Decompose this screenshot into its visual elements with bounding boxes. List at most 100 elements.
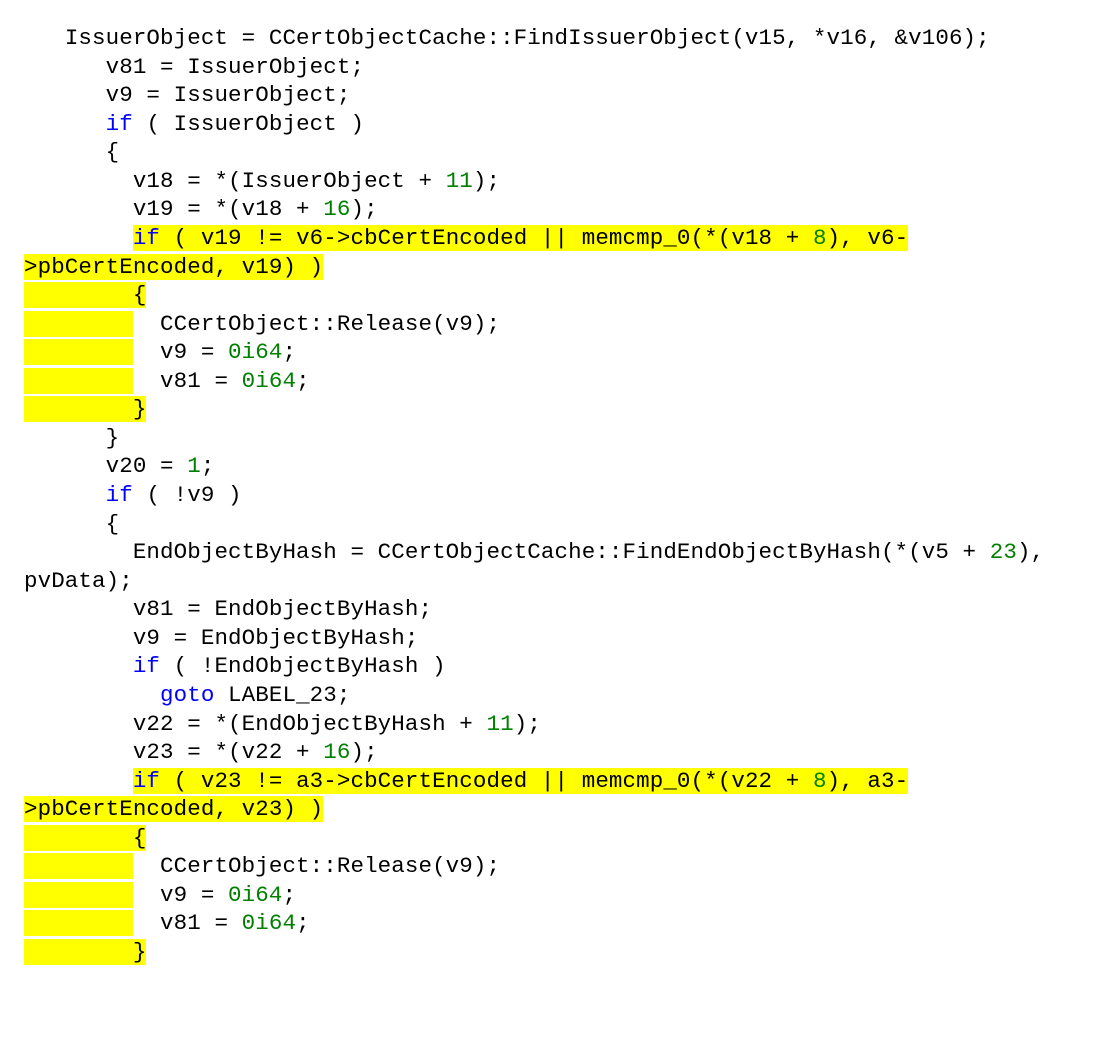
code-line: v9 = 0i64;: [24, 338, 1094, 367]
code-text: );: [350, 739, 377, 765]
code-text: v23 = *(v22 +: [133, 739, 323, 765]
code-text: ( v19 != v6->cbCertEncoded || memcmp_0(*…: [160, 225, 813, 251]
code-text: [24, 882, 133, 908]
code-text: ;: [282, 882, 296, 908]
code-text: {: [106, 511, 120, 537]
code-line: }: [24, 395, 1094, 424]
code-text: );: [350, 196, 377, 222]
code-line: CCertObject::Release(v9);: [24, 852, 1094, 881]
number-literal: 11: [446, 168, 473, 194]
code-text: {: [24, 825, 146, 851]
code-text: ( v23 != a3->cbCertEncoded || memcmp_0(*…: [160, 768, 813, 794]
code-line: pvData);: [24, 567, 1094, 596]
code-text: v9 =: [133, 339, 228, 365]
code-text: ;: [296, 910, 310, 936]
indent: [24, 82, 106, 108]
code-text: ( !v9 ): [133, 482, 242, 508]
indent: [24, 768, 133, 794]
indent: [24, 139, 106, 165]
code-text: [24, 311, 133, 337]
code-line: if ( !EndObjectByHash ): [24, 652, 1094, 681]
code-text: ),: [1017, 539, 1044, 565]
code-text: ;: [282, 339, 296, 365]
number-literal: 8: [813, 225, 827, 251]
number-literal: 16: [323, 196, 350, 222]
code-line: v19 = *(v18 + 16);: [24, 195, 1094, 224]
keyword: if: [133, 653, 160, 679]
code-text: [24, 368, 133, 394]
indent: [24, 625, 133, 651]
code-text: [24, 339, 133, 365]
number-literal: 1: [187, 453, 201, 479]
keyword: if: [106, 111, 133, 137]
code-text: v9 = EndObjectByHash;: [133, 625, 419, 651]
number-literal: 16: [323, 739, 350, 765]
code-line: v22 = *(EndObjectByHash + 11);: [24, 710, 1094, 739]
code-text: v81 =: [133, 910, 242, 936]
number-literal: 0i64: [242, 910, 296, 936]
code-text: EndObjectByHash = CCertObjectCache::Find…: [133, 539, 990, 565]
code-line: v23 = *(v22 + 16);: [24, 738, 1094, 767]
indent: [24, 511, 106, 537]
number-literal: 0i64: [228, 339, 282, 365]
code-line: >pbCertEncoded, v19) ): [24, 253, 1094, 282]
code-text: ( !EndObjectByHash ): [160, 653, 446, 679]
code-text: );: [473, 168, 500, 194]
code-text: v19 = *(v18 +: [133, 196, 323, 222]
indent: [24, 739, 133, 765]
code-text: [24, 910, 133, 936]
code-line: }: [24, 938, 1094, 967]
code-text: v18 = *(IssuerObject +: [133, 168, 446, 194]
code-text: {: [24, 282, 146, 308]
code-line: {: [24, 281, 1094, 310]
code-line: goto LABEL_23;: [24, 681, 1094, 710]
keyword: goto: [160, 682, 214, 708]
code-line: if ( v23 != a3->cbCertEncoded || memcmp_…: [24, 767, 1094, 796]
code-line: if ( IssuerObject ): [24, 110, 1094, 139]
code-text: CCertObject::Release(v9);: [133, 311, 500, 337]
number-literal: 0i64: [228, 882, 282, 908]
code-text: {: [106, 139, 120, 165]
indent: [24, 111, 106, 137]
code-text: }: [24, 396, 146, 422]
code-text: pvData);: [24, 568, 133, 594]
code-text: );: [514, 711, 541, 737]
indent: [24, 482, 106, 508]
code-text: ;: [201, 453, 215, 479]
keyword: if: [133, 768, 160, 794]
code-line: IssuerObject = CCertObjectCache::FindIss…: [24, 24, 1094, 53]
code-text: [24, 853, 133, 879]
code-line: v9 = 0i64;: [24, 881, 1094, 910]
code-text: }: [24, 939, 146, 965]
indent: [24, 225, 133, 251]
code-line: v81 = EndObjectByHash;: [24, 595, 1094, 624]
keyword: if: [106, 482, 133, 508]
indent: [24, 539, 133, 565]
code-text: v22 = *(EndObjectByHash +: [133, 711, 487, 737]
code-text: v81 = IssuerObject;: [106, 54, 364, 80]
code-line: {: [24, 138, 1094, 167]
number-literal: 23: [990, 539, 1017, 565]
code-block: IssuerObject = CCertObjectCache::FindIss…: [0, 0, 1118, 991]
code-line: }: [24, 424, 1094, 453]
code-line: v18 = *(IssuerObject + 11);: [24, 167, 1094, 196]
indent: [24, 453, 106, 479]
code-text: v9 =: [133, 882, 228, 908]
indent: [24, 54, 106, 80]
code-text: IssuerObject = CCertObjectCache::FindIss…: [65, 25, 990, 51]
code-text: CCertObject::Release(v9);: [133, 853, 500, 879]
code-text: v81 = EndObjectByHash;: [133, 596, 432, 622]
number-literal: 0i64: [242, 368, 296, 394]
code-text: ), a3-: [827, 768, 909, 794]
indent: [24, 653, 133, 679]
code-text: }: [106, 425, 120, 451]
code-line: v9 = IssuerObject;: [24, 81, 1094, 110]
code-text: v20 =: [106, 453, 188, 479]
keyword: if: [133, 225, 160, 251]
code-line: EndObjectByHash = CCertObjectCache::Find…: [24, 538, 1094, 567]
indent: [24, 25, 65, 51]
code-line: if ( v19 != v6->cbCertEncoded || memcmp_…: [24, 224, 1094, 253]
code-line: v20 = 1;: [24, 452, 1094, 481]
code-line: CCertObject::Release(v9);: [24, 310, 1094, 339]
code-text: v9 = IssuerObject;: [106, 82, 351, 108]
